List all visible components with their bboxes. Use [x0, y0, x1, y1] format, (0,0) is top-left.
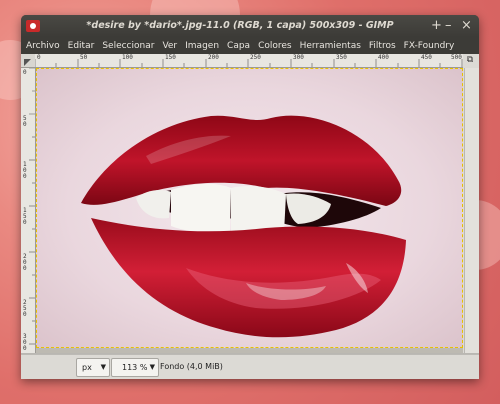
ruler-label: 100: [23, 161, 27, 180]
image-canvas[interactable]: [36, 68, 463, 353]
title-bar: *desire by *dario*.jpg-11.0 (RGB, 1 capa…: [21, 15, 479, 37]
menu-capa[interactable]: Capa: [227, 41, 250, 51]
layer-info: Fondo (4,0 MiB): [160, 362, 223, 371]
image-content: [36, 68, 463, 348]
menu-colores[interactable]: Colores: [258, 41, 292, 51]
vertical-ruler[interactable]: 0 50 100 150 200 250 300: [21, 68, 36, 353]
chevron-down-icon: ▼: [149, 363, 155, 371]
minimize-button[interactable]: –: [445, 18, 452, 34]
menu-seleccionar[interactable]: Seleccionar: [102, 41, 154, 51]
ruler-ticks: [35, 59, 463, 67]
ruler-label: 100: [122, 54, 133, 61]
ruler-label: 0: [37, 54, 41, 61]
menu-archivo[interactable]: Archivo: [26, 41, 60, 51]
gimp-image-window: *desire by *dario*.jpg-11.0 (RGB, 1 capa…: [21, 15, 479, 379]
chevron-down-icon: ▼: [100, 363, 106, 371]
maximize-button[interactable]: +: [431, 18, 442, 34]
ruler-label: 200: [208, 54, 219, 61]
status-bar: px ▼ 113 % ▼ Fondo (4,0 MiB): [21, 354, 479, 379]
zoom-selector[interactable]: 113 % ▼: [111, 358, 159, 377]
ruler-label: 150: [165, 54, 176, 61]
window-title: *desire by *dario*.jpg-11.0 (RGB, 1 capa…: [86, 20, 394, 31]
menu-filtros[interactable]: Filtros: [369, 41, 396, 51]
gimp-app-icon: [26, 20, 40, 32]
ruler-label: 50: [80, 54, 88, 61]
horizontal-ruler[interactable]: 0 50 100 150 200 250 300 350 400 450 500: [35, 54, 463, 68]
ruler-label: 300: [293, 54, 304, 61]
vertical-scrollbar[interactable]: [464, 68, 479, 353]
ruler-label: 250: [23, 299, 27, 318]
ruler-label: 450: [421, 54, 432, 61]
ruler-label: 400: [378, 54, 389, 61]
lips-photo: [81, 115, 406, 338]
ruler-label: 300: [23, 333, 27, 352]
close-button[interactable]: ×: [461, 18, 472, 34]
menu-imagen[interactable]: Imagen: [185, 41, 219, 51]
zoom-to-window-icon[interactable]: ⧉: [463, 54, 477, 67]
menu-fx-foundry[interactable]: FX-Foundry: [404, 41, 455, 51]
menu-herramientas[interactable]: Herramientas: [300, 41, 361, 51]
ruler-label: 0: [23, 69, 27, 76]
ruler-label: 350: [336, 54, 347, 61]
unit-selector[interactable]: px ▼: [76, 358, 110, 377]
menu-bar: Archivo Editar Seleccionar Ver Imagen Ca…: [21, 37, 479, 54]
zoom-value: 113 %: [122, 363, 148, 372]
menu-ver[interactable]: Ver: [162, 41, 177, 51]
ruler-label: 200: [23, 253, 27, 272]
ruler-label: 250: [250, 54, 261, 61]
canvas-area: 0 50 100 150 200 250 300 350 400 450 500…: [21, 54, 479, 368]
ruler-label: 150: [23, 207, 27, 226]
unit-value: px: [82, 363, 92, 372]
menu-editar[interactable]: Editar: [68, 41, 95, 51]
ruler-label: 50: [23, 115, 27, 128]
quick-mask-corner[interactable]: [21, 54, 36, 68]
ruler-label: 500: [451, 54, 462, 61]
